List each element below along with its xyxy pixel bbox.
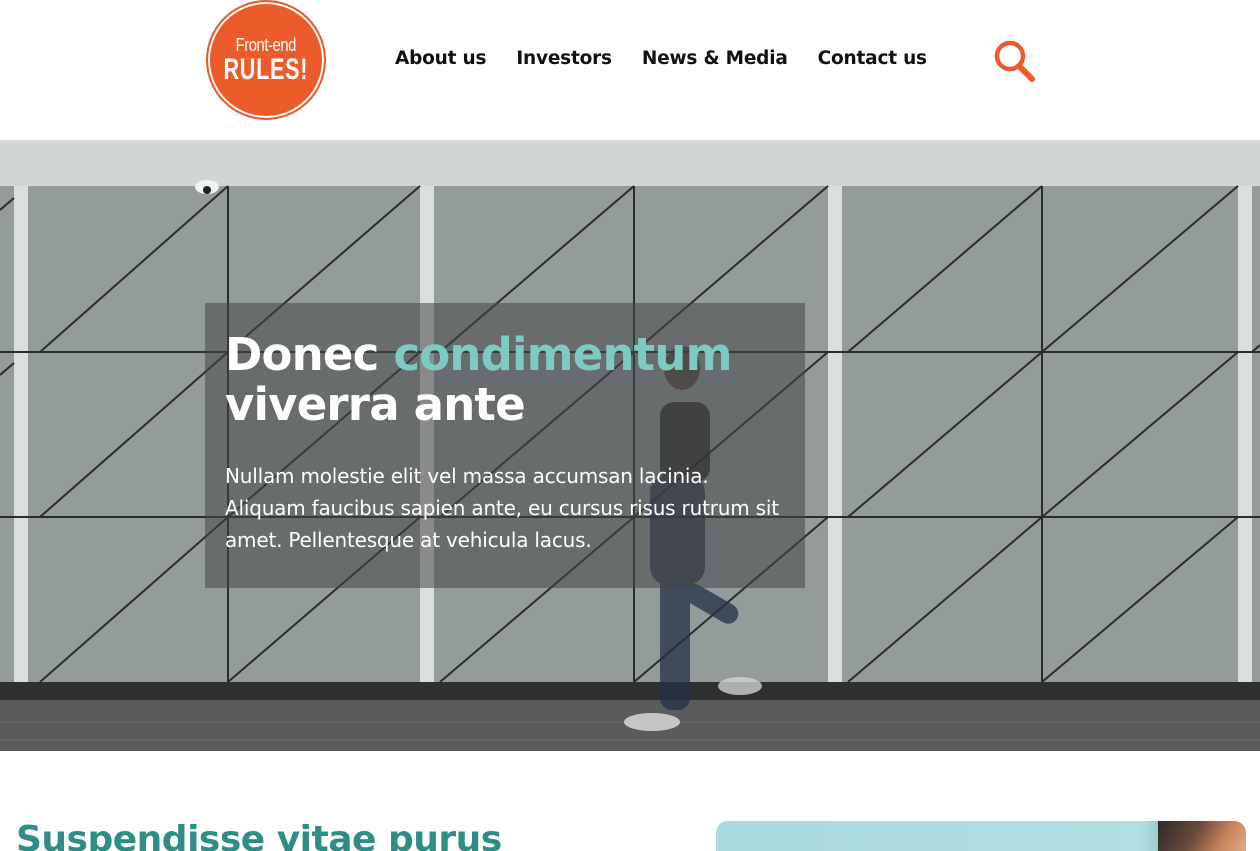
section-image-corner (1158, 821, 1246, 851)
hero-title-part-1: Donec (225, 328, 394, 381)
site-logo[interactable]: Front-end RULES! (206, 0, 326, 120)
nav-item-contact-us[interactable]: Contact us (818, 44, 927, 74)
hero-title: Donec condimentum viverra ante (225, 330, 805, 430)
hero-title-part-2: viverra ante (225, 378, 526, 431)
hero-description: Nullam molestie elit vel massa accumsan … (225, 464, 779, 552)
nav-item-investors[interactable]: Investors (516, 44, 612, 74)
main-nav: About us Investors News & Media Contact … (395, 44, 957, 74)
search-button[interactable] (990, 37, 1040, 87)
section-image (716, 821, 1246, 851)
section-title: Suspendisse vitae purus (16, 819, 502, 851)
logo-line-1: Front-end (235, 35, 297, 55)
hero-banner: Donec condimentum viverra ante Nullam mo… (0, 140, 1260, 751)
site-header: Front-end RULES! About us Investors News… (0, 0, 1260, 140)
hero-title-accent: condimentum (393, 328, 732, 381)
search-icon (994, 40, 1035, 82)
nav-item-news-media[interactable]: News & Media (642, 44, 788, 74)
nav-item-about-us[interactable]: About us (395, 44, 487, 74)
logo-line-2: RULES! (223, 53, 309, 86)
